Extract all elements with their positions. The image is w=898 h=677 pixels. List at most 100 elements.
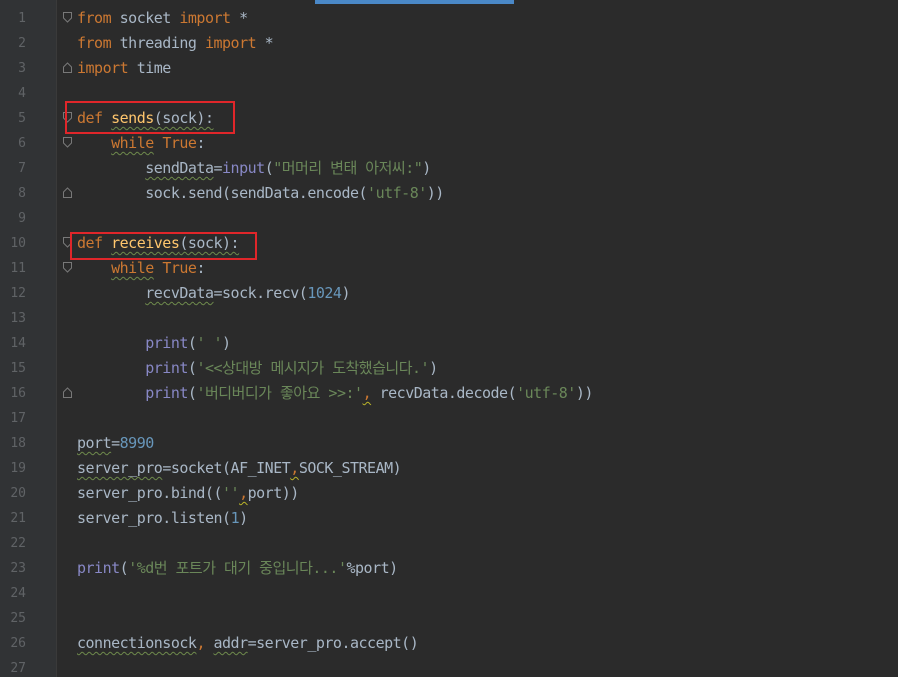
code-token: ) [222,334,231,352]
code-token: print [145,384,188,402]
code-text: import time [77,56,171,81]
code-text: recvData=sock.recv(1024) [77,281,350,306]
code-token: ' ' [196,334,223,352]
code-token: '버디버디가 좋아요 >>:' [196,384,363,402]
code-line[interactable]: 27 [0,656,898,677]
code-line[interactable]: 14 print(' ') [0,331,898,356]
fold-marker-icon[interactable] [63,187,72,198]
fold-marker-icon[interactable] [63,12,72,23]
code-token: print [145,334,188,352]
code-token: , [362,384,372,402]
line-number: 22 [10,536,26,551]
code-token: from [77,9,112,27]
code-token: recvData [145,284,214,302]
code-line[interactable]: 17 [0,406,898,431]
line-number: 18 [10,436,26,451]
code-line[interactable]: 2 from threading import * [0,31,898,56]
code-token: '%d번 포트가 대기 중입니다...' [128,559,347,577]
code-line[interactable]: 18 port=8990 [0,431,898,456]
code-token: connectionsock [77,634,197,652]
code-text: server_pro.bind(('',port)) [77,481,299,506]
fold-marker-icon[interactable] [63,137,72,148]
code-token: : [196,259,205,277]
line-number: 11 [10,261,26,276]
line-number: 14 [10,336,26,351]
code-line[interactable]: 1 from socket import * [0,6,898,31]
code-line[interactable]: 16 print('버디버디가 좋아요 >>:', recvData.decod… [0,381,898,406]
code-line[interactable]: 23 print('%d번 포트가 대기 중입니다...'%port) [0,556,898,581]
line-number: 4 [18,86,26,101]
code-line[interactable]: 26 connectionsock, addr=server_pro.accept… [0,631,898,656]
code-token: 'utf-8' [516,384,576,402]
line-number: 19 [10,461,26,476]
code-token: True [162,134,197,152]
code-text: port=8990 [77,431,154,456]
code-editor[interactable]: 1 from socket import * 2 from threading imp… [0,0,898,677]
code-token: )) [426,184,445,202]
fold-marker-icon[interactable] [63,262,72,273]
code-token: * [256,34,274,52]
code-text: print(' ') [77,331,231,356]
code-line[interactable]: 9 [0,206,898,231]
code-line[interactable]: 13 [0,306,898,331]
code-token: "머머리 변태 아저씨:" [273,159,423,177]
line-number: 27 [10,661,26,676]
code-token: import [179,9,231,27]
code-token: =sock.recv( [213,284,308,302]
code-line[interactable]: 24 [0,581,898,606]
line-number: 7 [18,161,26,176]
line-number: 26 [10,636,26,651]
code-line[interactable]: 20 server_pro.bind(('',port)) [0,481,898,506]
code-token: ( [119,559,129,577]
line-number: 20 [10,486,26,501]
code-text: server_pro.listen(1) [77,506,248,531]
code-line[interactable]: 12 recvData=sock.recv(1024) [0,281,898,306]
line-number: 8 [18,186,26,201]
code-text: server_pro=socket(AF_INET,SOCK_STREAM) [77,456,402,481]
code-line[interactable]: 25 [0,606,898,631]
line-number: 24 [10,586,26,601]
line-number: 9 [18,211,26,226]
code-token: , [290,459,299,477]
code-token: sendData [145,159,214,177]
active-tab-indicator [315,0,514,4]
code-text: sendData=input("머머리 변태 아저씨:") [77,156,431,181]
code-token: * [230,9,248,27]
fold-marker-icon[interactable] [63,62,72,73]
code-text: connectionsock, addr=server_pro.accept() [77,631,419,656]
highlight-box-receives [70,232,257,260]
code-token: True [162,259,197,277]
code-token: import [77,59,129,77]
code-token: sock.send(sendData.encode( [77,184,368,202]
code-line[interactable]: 7 sendData=input("머머리 변태 아저씨:") [0,156,898,181]
code-text: from socket import * [77,6,248,31]
line-number: 17 [10,411,26,426]
code-token: ) [429,359,438,377]
code-text: from threading import * [77,31,274,56]
code-token: SOCK_STREAM) [298,459,402,477]
code-line[interactable]: 21 server_pro.listen(1) [0,506,898,531]
code-token: =server_pro.accept() [247,634,419,652]
line-number: 16 [10,386,26,401]
code-token: port)) [247,484,300,502]
code-line[interactable]: 22 [0,531,898,556]
code-text: while True: [77,131,205,156]
code-token: , [196,634,205,652]
code-line[interactable]: 15 print('<<상대방 메시지가 도착했습니다.') [0,356,898,381]
code-line[interactable]: 19 server_pro=socket(AF_INET,SOCK_STREAM) [0,456,898,481]
fold-marker-icon[interactable] [63,387,72,398]
line-number: 3 [18,61,26,76]
code-token: : [196,134,205,152]
code-line[interactable]: 8 sock.send(sendData.encode('utf-8')) [0,181,898,206]
code-token: recvData.decode( [371,384,517,402]
code-line[interactable]: 3 import time [0,56,898,81]
code-token: =socket(AF_INET [162,459,291,477]
code-token: print [145,359,188,377]
code-line[interactable]: 6 while True: [0,131,898,156]
